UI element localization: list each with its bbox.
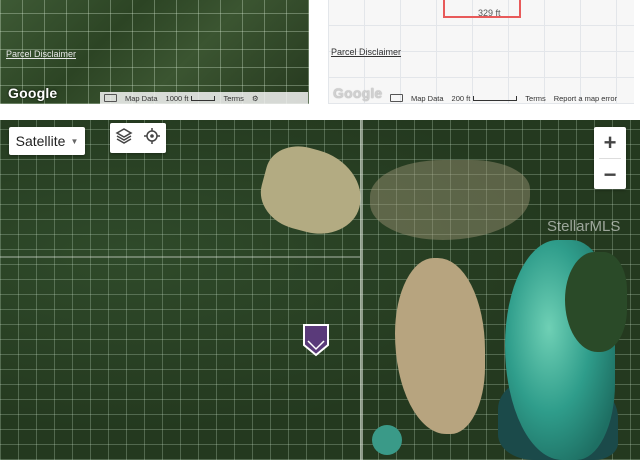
scale-indicator: 200 ft xyxy=(452,94,518,103)
zoom-out-button[interactable]: − xyxy=(594,159,626,190)
road xyxy=(0,256,360,258)
top-right-parcel-map[interactable]: 329 ft Parcel Disclaimer Google Map Data… xyxy=(328,0,634,104)
map-tools xyxy=(110,123,166,153)
map-attribution-bar: Map Data 1000 ft Terms ⚙ xyxy=(100,92,308,104)
scale-indicator: 1000 ft xyxy=(166,94,216,103)
stellarmls-watermark: StellarMLS xyxy=(547,218,621,235)
google-logo: Google xyxy=(8,85,58,101)
island xyxy=(565,252,627,352)
caret-down-icon: ▼ xyxy=(70,136,79,146)
keyboard-icon[interactable] xyxy=(104,94,117,102)
map-type-label: Satellite xyxy=(15,133,66,149)
terms-link[interactable]: Terms xyxy=(525,94,545,103)
scale-bar xyxy=(473,95,518,101)
terrain-clearing xyxy=(253,138,371,244)
scale-label: 1000 ft xyxy=(165,93,189,103)
terms-link[interactable]: Terms xyxy=(223,94,243,103)
zoom-control: + − xyxy=(594,127,626,189)
scale-bar xyxy=(191,95,216,101)
report-map-error-link[interactable]: Report a map error xyxy=(554,94,617,103)
property-marker-icon[interactable] xyxy=(302,323,330,361)
parcel-disclaimer-link[interactable]: Parcel Disclaimer xyxy=(6,49,76,59)
gear-icon[interactable]: ⚙ xyxy=(252,94,259,103)
top-left-satellite-map[interactable]: Parcel Disclaimer Google Map Data 1000 f… xyxy=(0,0,309,104)
zoom-in-button[interactable]: + xyxy=(594,127,626,158)
map-attribution-bar: Map Data 200 ft Terms Report a map error xyxy=(386,92,634,104)
map-data-label[interactable]: Map Data xyxy=(411,94,444,103)
parcel-disclaimer-link[interactable]: Parcel Disclaimer xyxy=(331,47,401,57)
scale-label: 200 ft xyxy=(451,93,471,103)
main-satellite-map[interactable] xyxy=(0,120,640,460)
terrain-clearing xyxy=(370,160,530,240)
road xyxy=(360,120,363,460)
parcel-dimension-label: 329 ft xyxy=(478,8,501,18)
pond xyxy=(372,425,402,455)
target-icon[interactable] xyxy=(143,127,161,150)
google-logo: Google xyxy=(333,85,383,101)
map-data-label[interactable]: Map Data xyxy=(125,94,158,103)
layers-icon[interactable] xyxy=(115,127,133,150)
map-type-dropdown[interactable]: Satellite ▼ xyxy=(9,127,85,155)
terrain-clearing xyxy=(395,258,485,434)
keyboard-icon[interactable] xyxy=(390,94,403,102)
